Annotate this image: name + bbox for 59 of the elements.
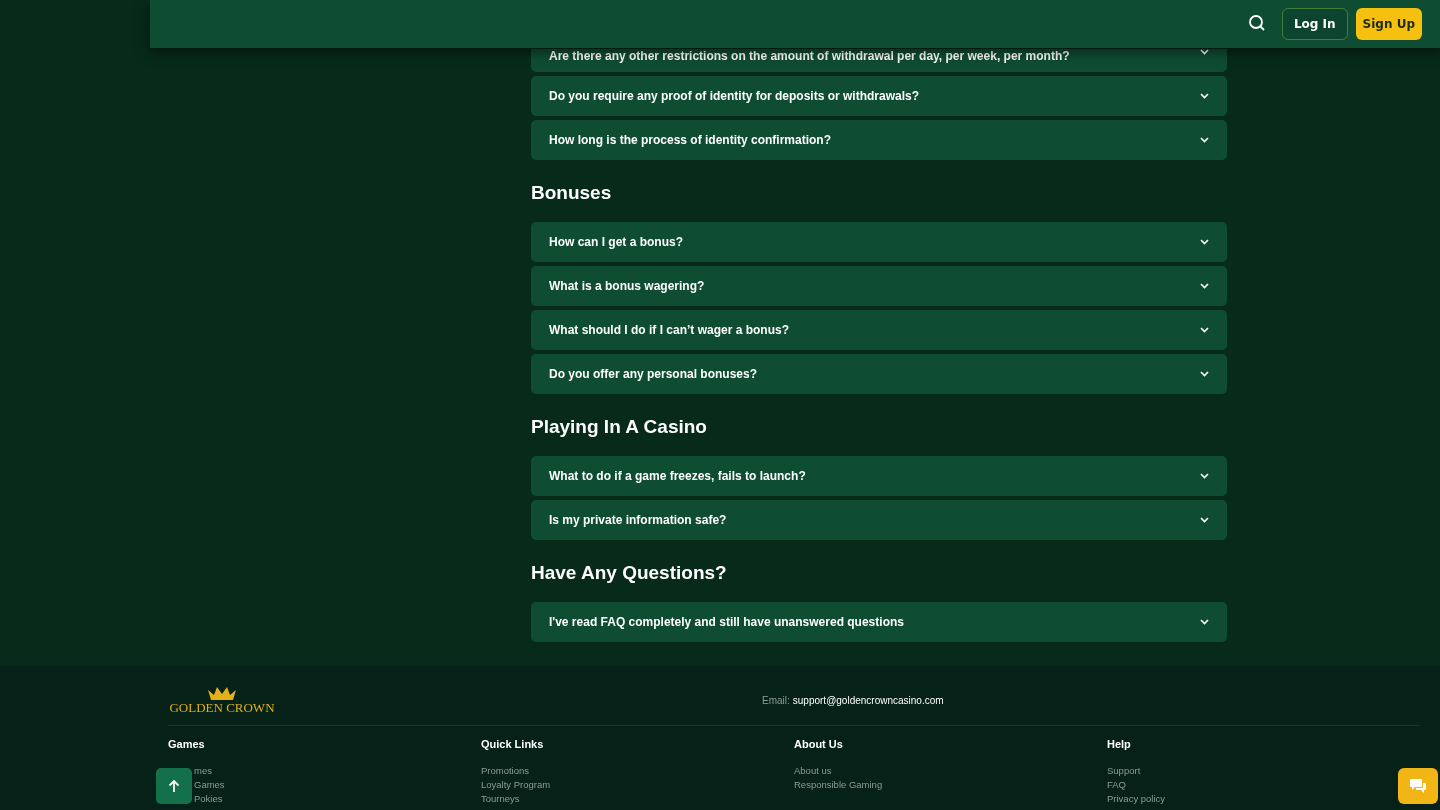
faq-item[interactable]: How can I get a bonus? (531, 222, 1227, 262)
section-heading: Bonuses (531, 181, 613, 205)
footer-heading: Quick Links (481, 738, 545, 750)
faq-item[interactable]: What to do if a game freezes, fails to launch? (531, 456, 1227, 496)
footer-heading: Games (168, 738, 206, 750)
arrow-up-icon (168, 779, 180, 793)
footer-link[interactable]: Promotions (481, 764, 530, 778)
faq-question: What is a bonus wagering? (549, 279, 705, 293)
chevron-down-icon (1200, 49, 1209, 55)
search-icon (1247, 14, 1266, 32)
section-heading: Playing In A Casino (531, 415, 708, 439)
chevron-down-icon (1200, 283, 1209, 289)
chevron-down-icon (1200, 371, 1209, 377)
chevron-down-icon (1200, 473, 1209, 479)
footer-link[interactable]: FAQ (1107, 778, 1126, 792)
scroll-top-button[interactable] (156, 768, 192, 804)
footer-link[interactable]: Games (194, 778, 225, 792)
footer-link[interactable]: About us (794, 764, 832, 778)
footer-link[interactable]: Privacy policy (1107, 792, 1166, 806)
faq-question: How can I get a bonus? (549, 235, 683, 249)
email-link[interactable]: support@goldencrowncasino.com (792, 694, 944, 706)
faq-item[interactable]: Do you offer any personal bonuses? (531, 354, 1227, 394)
footer-link[interactable]: Tourneys (481, 792, 520, 806)
chat-icon (1409, 778, 1427, 794)
chevron-down-icon (1200, 517, 1209, 523)
email-label: Email: (762, 694, 790, 706)
faq-question: Do you require any proof of identity for deposits or withdrawals? (549, 89, 920, 103)
footer-link[interactable]: Pokies (194, 792, 223, 806)
faq-question: What should I do if I can’t wager a bonus? (549, 323, 789, 337)
chevron-down-icon (1200, 619, 1209, 625)
footer-heading: About Us (794, 738, 844, 750)
login-button[interactable]: Log In (1281, 8, 1348, 40)
chevron-down-icon (1200, 239, 1209, 245)
faq-item[interactable]: How long is the process of identity confirmation? (531, 120, 1227, 160)
faq-question: Are there any other restrictions on the amount of withdrawal per day, per week, per month? (549, 49, 1070, 63)
logo-text: GOLDEN CROWN (169, 699, 275, 716)
faq-item[interactable]: Are there any other restrictions on the amount of withdrawal per day, per week, per month? (531, 49, 1227, 72)
faq-item[interactable]: I've read FAQ completely and still have unanswered questions (531, 602, 1227, 642)
faq-item[interactable]: What is a bonus wagering? (531, 266, 1227, 306)
footer-link[interactable]: Loyalty Program (481, 778, 551, 792)
signup-button[interactable]: Sign Up (1355, 8, 1422, 40)
faq-question: Is my private information safe? (549, 513, 727, 527)
chevron-down-icon (1200, 137, 1209, 143)
chat-button[interactable] (1398, 768, 1438, 804)
logo[interactable]: GOLDEN CROWN (168, 684, 276, 716)
faq-question: I've read FAQ completely and still have unanswered questions (549, 615, 904, 629)
chevron-down-icon (1200, 327, 1209, 333)
faq-question: How long is the process of identity confirmation? (549, 133, 832, 147)
chevron-down-icon (1200, 93, 1209, 99)
faq-question: What to do if a game freezes, fails to launch? (549, 469, 806, 483)
faq-item[interactable]: Do you require any proof of identity for deposits or withdrawals? (531, 76, 1227, 116)
section-heading: Have Any Questions? (531, 561, 728, 585)
faq-question: Do you offer any personal bonuses? (549, 367, 758, 381)
footer-link[interactable]: mes (194, 764, 212, 778)
footer-heading: Help (1107, 738, 1132, 750)
footer-link[interactable]: Responsible Gaming (794, 778, 883, 792)
faq-item[interactable]: Is my private information safe? (531, 500, 1227, 540)
footer-link[interactable]: Support (1107, 764, 1141, 778)
faq-item[interactable]: What should I do if I can’t wager a bonus? (531, 310, 1227, 350)
